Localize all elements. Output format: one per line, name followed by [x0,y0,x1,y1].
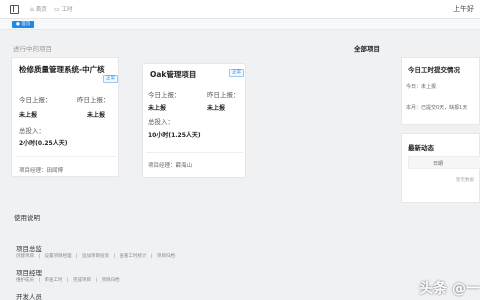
divider [146,152,244,153]
usage-title: 使用说明 [14,214,40,222]
tab-strip: ● 首页 [0,19,480,30]
project-card[interactable]: 检修质量管理系统-中广核 正常 今日上报： 昨日上报： 未上报 未上报 总投入：… [11,57,119,177]
today-report-label: 今日上报： [148,91,181,99]
total-input-value: 10小时(1.25人天) [148,132,201,139]
latest-activity-title: 最新动态 [408,144,434,152]
nav-tab-label: 首页 [35,7,47,13]
today-status-title: 今日工时提交情况 [408,66,460,74]
yesterday-report-value: 未上报 [207,105,226,112]
nav-tab-label: 工时 [61,7,73,13]
role-title: 开发人员 [16,293,42,300]
greeting-text: 上午好 [453,5,474,13]
latest-activity-card: 最新动态 日期 暂无数据 [401,133,480,203]
menu-toggle-icon[interactable] [10,5,19,14]
total-input-value: 2小时(0.25人天) [19,140,68,147]
project-manager: 项目经理：薛海山 [148,163,193,169]
role-actions[interactable]: 维护成员 | 审查工时 | 完成项目 | 项目归档 [16,277,120,283]
active-tab-home[interactable]: ● 首页 [12,21,35,28]
total-input-label: 总投入： [19,127,45,135]
project-card[interactable]: Oak管理项目 正常 今日上报： 昨日上报： 未上报 未上报 总投入： 10小时… [142,63,246,178]
status-badge: 正常 [103,75,118,83]
briefcase-icon: ▭ [54,5,60,13]
empty-state-text: 暂无数据 [456,178,474,183]
activity-table-header: 日期 [408,156,480,169]
today-status-line: 今日：未上报 [406,84,437,90]
watermark-logo: 头条 @一 [419,281,480,297]
all-projects-link[interactable]: 全部项目 [354,43,380,53]
today-report-value: 未上报 [148,105,167,112]
project-manager: 项目经理：田闻博 [19,168,64,174]
nav-tab-worktime[interactable]: ▭ 工时 [54,5,73,14]
role-title: 项目经理 [16,269,42,277]
role-actions[interactable]: 创建项目 | 设置项目经理 | 追加项目投资 | 查看工时统计 | 项目归档 [16,253,175,259]
project-title: Oak管理项目 [150,70,197,79]
total-input-label: 总投入： [148,118,174,126]
in-progress-label: 进行中的项目 [13,45,52,53]
top-bar: ⌂ 首页 ▭ 工时 上午好 [0,0,480,19]
home-icon: ⌂ [30,5,34,13]
month-status-line: 本月：已提交0天，缺报1天 [406,105,468,111]
divider [16,156,116,157]
divider [11,229,381,230]
nav-tab-home[interactable]: ⌂ 首页 [30,5,47,14]
yesterday-report-label: 昨日上报： [207,91,240,99]
date-column-header: 日期 [433,161,444,167]
today-report-label: 今日上报： [19,96,52,104]
status-badge: 正常 [229,69,244,77]
today-report-value: 未上报 [19,112,38,119]
yesterday-report-label: 昨日上报： [77,96,110,104]
role-title: 项目总监 [16,245,42,253]
today-status-card: 今日工时提交情况 今日：未上报 本月：已提交0天，缺报1天 [401,57,480,125]
project-title: 检修质量管理系统-中广核 [19,65,105,74]
yesterday-report-value: 未上报 [87,112,106,119]
